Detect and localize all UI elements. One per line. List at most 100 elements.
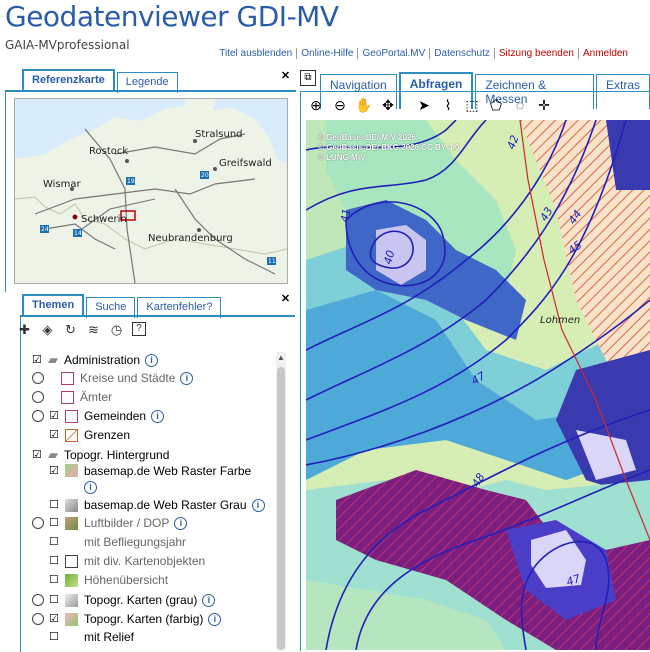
layer-item-basemap-grau[interactable]: ☐ basemap.de Web Raster Grau i bbox=[49, 498, 265, 512]
checkbox-empty-icon[interactable]: ☐ bbox=[49, 575, 59, 586]
close-icon[interactable]: ✕ bbox=[280, 294, 291, 305]
info-icon[interactable]: i bbox=[202, 593, 216, 607]
line-query-icon[interactable]: ⌇ bbox=[439, 96, 457, 114]
layer-item-befliegungsjahr[interactable]: ☐ mit Befliegungsjahr bbox=[49, 535, 186, 549]
clock-icon[interactable]: ◷ bbox=[109, 322, 124, 337]
checkbox-empty-icon[interactable]: ☐ bbox=[49, 556, 59, 567]
checkbox-checked-icon[interactable]: ☑ bbox=[32, 450, 42, 461]
checkbox-checked-icon[interactable]: ☑ bbox=[49, 466, 59, 477]
layer-item-kartenobjekte[interactable]: ☐ mit div. Kartenobjekten bbox=[49, 554, 205, 568]
layer-swatch-icon bbox=[61, 390, 74, 404]
layers-icon[interactable]: ◈ bbox=[40, 322, 55, 337]
layer-group-administration[interactable]: ☑ ▰ Administration i bbox=[32, 352, 159, 368]
reference-map-graphic: Stralsund Rostock Greifswald Wismar Schw… bbox=[15, 99, 287, 283]
layer-label: Ämter bbox=[80, 390, 113, 404]
tab-referenzkarte[interactable]: Referenzkarte bbox=[22, 69, 115, 91]
checkbox-empty-icon[interactable]: ☐ bbox=[49, 632, 59, 643]
info-query-icon[interactable]: ➤ bbox=[415, 96, 433, 114]
layer-item-gemeinden[interactable]: ☑ Gemeinden i bbox=[32, 409, 165, 423]
main-map[interactable]: 41 42 40 43 44 45 47 48 47 Lohmen bbox=[306, 120, 650, 650]
road-14: 14 bbox=[74, 230, 82, 237]
scroll-up-icon[interactable]: ▲ bbox=[277, 353, 285, 362]
info-icon[interactable]: i bbox=[180, 371, 194, 385]
info-icon[interactable]: i bbox=[151, 409, 165, 423]
layer-label: mit Befliegungsjahr bbox=[84, 535, 187, 549]
info-icon[interactable]: i bbox=[84, 481, 97, 494]
layer-label: basemap.de Web Raster Grau bbox=[84, 498, 247, 512]
radio-icon[interactable] bbox=[32, 517, 44, 529]
polygon-query-icon[interactable]: ⬠ bbox=[487, 96, 505, 114]
tab-themen[interactable]: Themen bbox=[22, 294, 85, 316]
checkbox-empty-icon[interactable]: ☐ bbox=[49, 537, 59, 548]
info-icon[interactable]: i bbox=[174, 516, 188, 530]
layer-item-luftbilder[interactable]: ☐ Luftbilder / DOP i bbox=[32, 516, 188, 530]
layer-thumbnail-icon bbox=[65, 612, 78, 626]
radio-icon[interactable] bbox=[32, 391, 44, 403]
layer-label: Topogr. Hintergrund bbox=[64, 448, 170, 462]
city-wismar: Wismar bbox=[43, 179, 82, 190]
layer-label: mit Relief bbox=[84, 630, 135, 644]
circle-query-icon[interactable]: ◌ bbox=[511, 96, 529, 114]
link-hide-title[interactable]: Titel ausblenden bbox=[215, 48, 298, 59]
checkbox-empty-icon[interactable]: ☐ bbox=[49, 518, 59, 529]
layer-stack-icon[interactable]: ≋ bbox=[86, 322, 101, 337]
header-links: Titel ausblenden Online-Hilfe GeoPortal.… bbox=[215, 48, 632, 59]
layer-item-tk-farbig[interactable]: ☑ Topogr. Karten (farbig) i bbox=[32, 612, 222, 626]
help-icon[interactable]: ? bbox=[132, 322, 146, 336]
layer-label: basemap.de Web Raster Farbe bbox=[84, 464, 252, 478]
checkbox-empty-icon[interactable]: ☐ bbox=[49, 500, 59, 511]
app-subtitle: GAIA-MVprofessional bbox=[5, 38, 130, 52]
layer-thumbnail-icon bbox=[65, 498, 78, 512]
contour-label: 41 bbox=[338, 207, 353, 223]
link-end-session[interactable]: Sitzung beenden bbox=[495, 48, 579, 59]
add-layer-icon[interactable]: ✚ bbox=[17, 322, 32, 337]
info-icon[interactable]: i bbox=[208, 612, 222, 626]
layer-item-basemap-farbe[interactable]: ☑ basemap.de Web Raster Farbe i bbox=[49, 464, 251, 494]
layer-item-grenzen[interactable]: ☑ Grenzen bbox=[49, 428, 130, 442]
zoom-out-icon[interactable]: ⊖ bbox=[331, 96, 349, 114]
radio-icon[interactable] bbox=[32, 372, 44, 384]
checkbox-checked-icon[interactable]: ☑ bbox=[32, 355, 42, 366]
link-privacy[interactable]: Datenschutz bbox=[430, 48, 495, 59]
layer-item-hoehenuebersicht[interactable]: ☐ Höhenübersicht bbox=[49, 573, 168, 587]
app-title: Geodatenviewer GDI-MV bbox=[5, 0, 339, 33]
layer-item-kreise[interactable]: Kreise und Städte i bbox=[32, 371, 194, 385]
refresh-icon[interactable]: ↻ bbox=[63, 322, 78, 337]
layer-label: Administration bbox=[64, 353, 141, 367]
layer-thumbnail-icon bbox=[65, 593, 78, 607]
pan-hand-icon[interactable]: ✋ bbox=[355, 96, 373, 114]
layer-swatch-icon bbox=[65, 409, 78, 423]
radio-icon[interactable] bbox=[32, 410, 44, 422]
move-icon[interactable]: ✥ bbox=[379, 96, 397, 114]
checkbox-checked-icon[interactable]: ☑ bbox=[49, 614, 59, 625]
zoom-in-icon[interactable]: ⊕ bbox=[307, 96, 325, 114]
scroll-thumb[interactable] bbox=[277, 367, 285, 650]
reference-map[interactable]: Stralsund Rostock Greifswald Wismar Schw… bbox=[14, 98, 288, 284]
rect-query-icon[interactable]: ⬚ bbox=[463, 96, 481, 114]
layer-swatch-icon bbox=[61, 371, 74, 385]
layer-label: Topogr. Karten (farbig) bbox=[84, 612, 204, 626]
layer-label: Grenzen bbox=[84, 428, 131, 442]
city-stralsund: Stralsund bbox=[195, 129, 243, 140]
close-icon[interactable]: ✕ bbox=[280, 71, 291, 82]
checkbox-empty-icon[interactable]: ☐ bbox=[49, 595, 59, 606]
layer-item-tk-grau[interactable]: ☐ Topogr. Karten (grau) i bbox=[32, 593, 216, 607]
layer-group-topogr[interactable]: ☑ ▰ Topogr. Hintergrund bbox=[32, 447, 169, 463]
checkbox-checked-icon[interactable]: ☑ bbox=[49, 411, 59, 422]
layer-item-aemter[interactable]: Ämter bbox=[32, 390, 112, 404]
link-geoportal[interactable]: GeoPortal.MV bbox=[358, 48, 431, 59]
checkbox-checked-icon[interactable]: ☑ bbox=[49, 430, 59, 441]
folder-icon: ▰ bbox=[48, 352, 58, 367]
info-icon[interactable]: i bbox=[251, 498, 265, 512]
layer-item-relief[interactable]: ☐ mit Relief bbox=[49, 630, 134, 644]
folder-icon: ▰ bbox=[48, 447, 58, 462]
collapse-panel-icon[interactable]: ⧉ bbox=[300, 70, 316, 86]
radio-icon[interactable] bbox=[32, 594, 44, 606]
point-query-icon[interactable]: ✛ bbox=[535, 96, 553, 114]
link-login[interactable]: Anmelden bbox=[579, 48, 632, 59]
layer-label: mit div. Kartenobjekten bbox=[84, 554, 206, 568]
info-icon[interactable]: i bbox=[145, 353, 159, 367]
radio-icon[interactable] bbox=[32, 613, 44, 625]
table-icon bbox=[65, 554, 78, 568]
link-online-help[interactable]: Online-Hilfe bbox=[297, 48, 359, 59]
